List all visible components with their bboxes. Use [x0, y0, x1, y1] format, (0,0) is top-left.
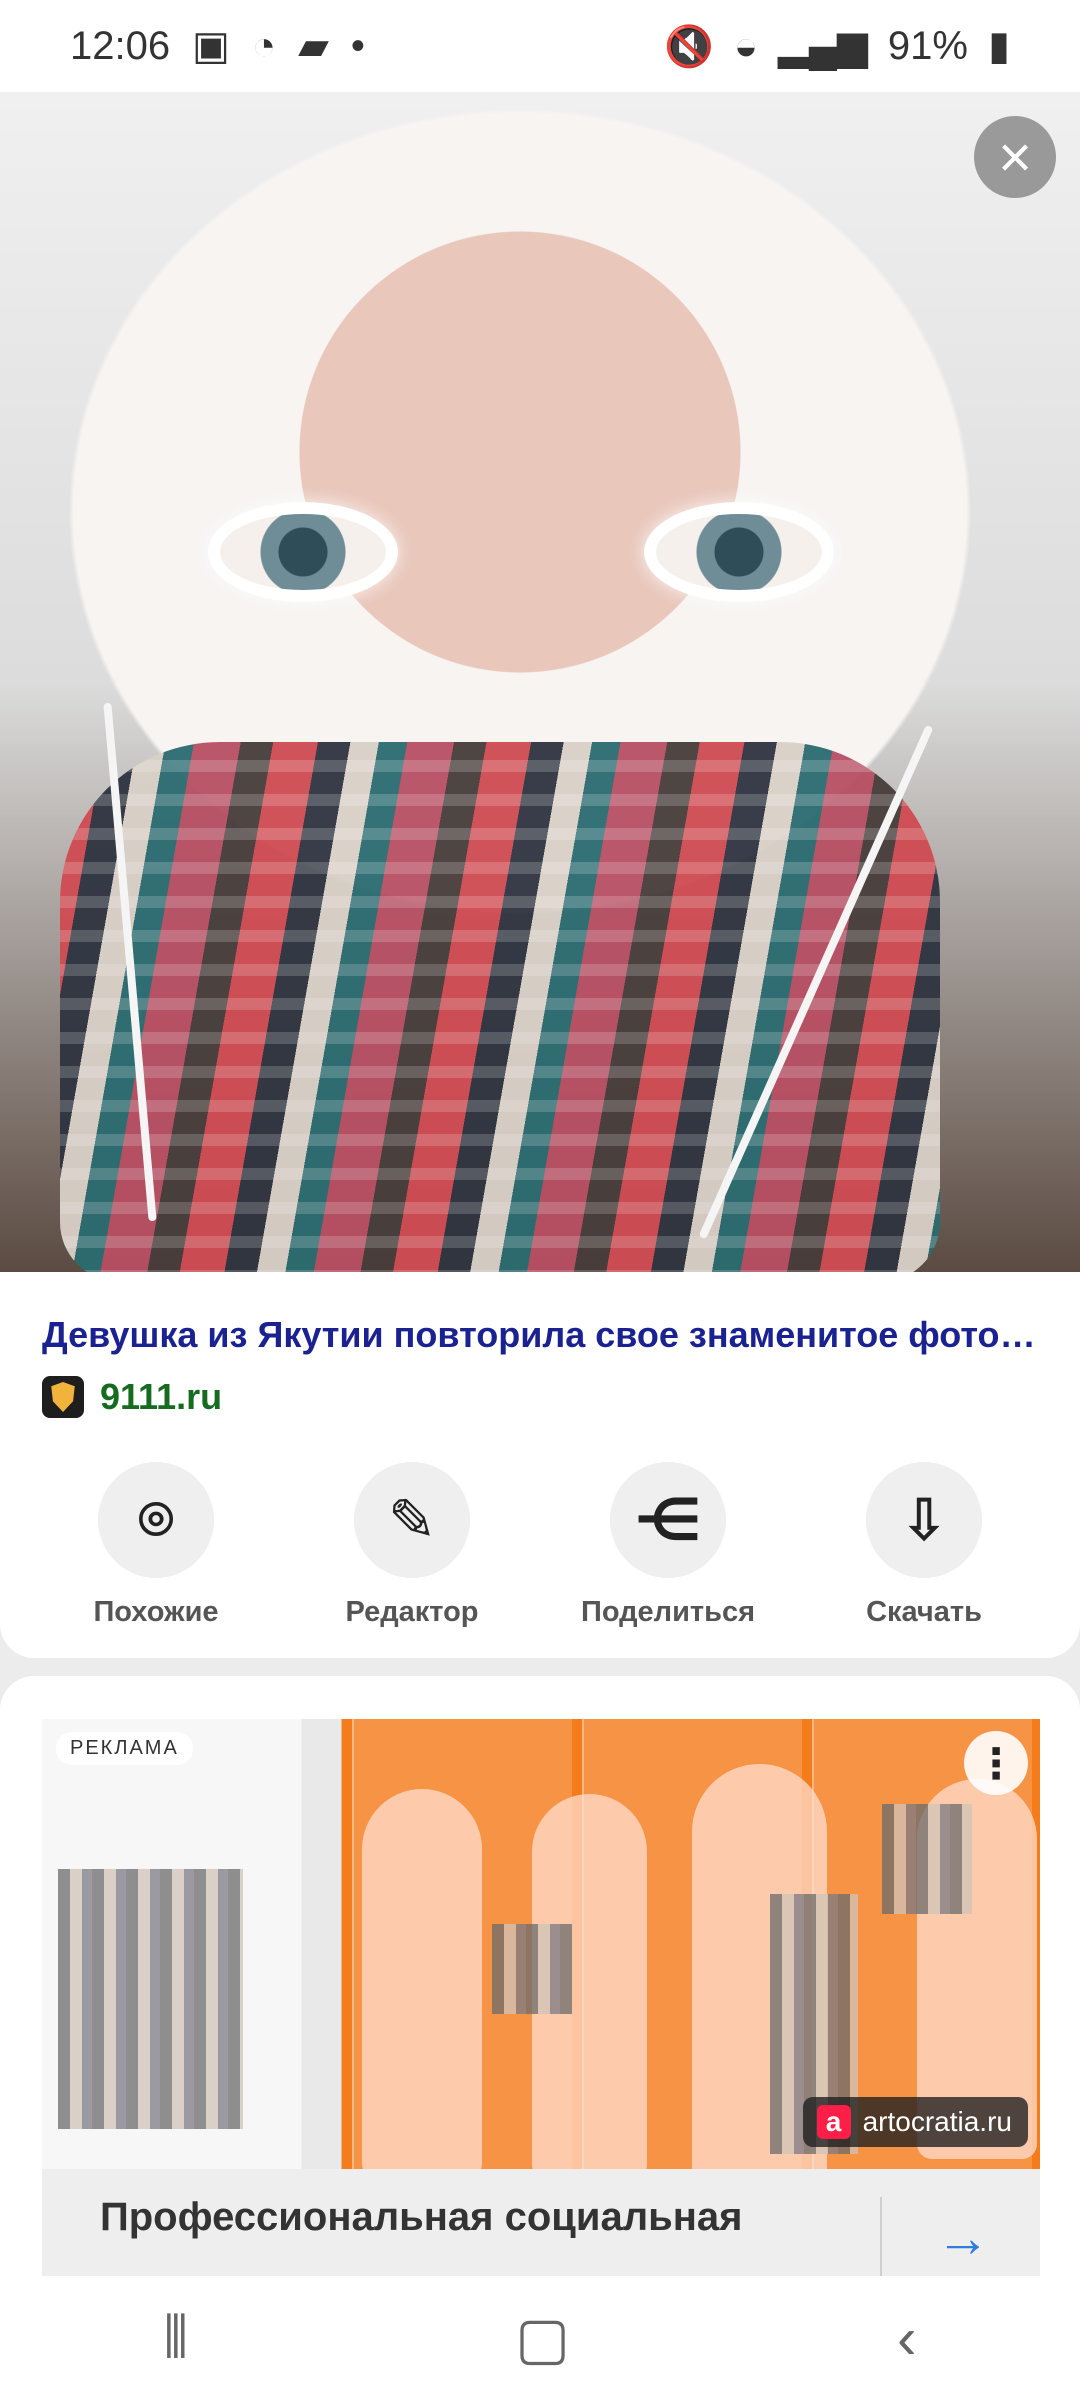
status-bar: 12:06 ▣ ◔ ▰ • 🔇 ◒ ▂▄▆ 91% ▮ [0, 0, 1080, 92]
preview-image[interactable]: × [0, 92, 1080, 1272]
arrow-right-icon[interactable]: → [936, 2207, 990, 2269]
ad-domain: artocratia.ru [862, 2106, 1012, 2137]
left-eye [208, 502, 398, 602]
ad-figure [362, 1789, 482, 2169]
message-icon: ▰ [298, 24, 329, 68]
advertisement-card[interactable]: РЕКЛАМА ⋮ a artocratia.ru Профессиональн… [0, 1676, 1080, 2276]
share-button[interactable]: ⋲ Поделиться [553, 1462, 783, 1629]
home-icon[interactable]: ▢ [515, 2304, 570, 2372]
ad-divider [880, 2197, 882, 2276]
mute-icon: 🔇 [664, 24, 714, 69]
download-icon: ⇩ [866, 1462, 982, 1578]
whatsapp-icon: ◔ [251, 23, 277, 68]
share-label: Поделиться [580, 1596, 756, 1628]
pencil-icon: ✎ [354, 1462, 470, 1578]
result-title[interactable]: Девушка из Якутии повторила свое знамени… [42, 1314, 1042, 1356]
ad-collage-left [58, 1869, 243, 2129]
ad-collage [492, 1924, 572, 2014]
dot-icon: • [350, 23, 365, 68]
download-label: Скачать [866, 1596, 982, 1628]
image-actions: ⌾ Похожие ✎ Редактор ⋲ Поделиться ⇩ Скач… [0, 1462, 1080, 1629]
download-button[interactable]: ⇩ Скачать [809, 1462, 1039, 1629]
signal-icon: ▂▄▆ [778, 24, 868, 68]
source-domain: 9111.ru [100, 1376, 223, 1417]
close-icon: × [998, 124, 1032, 190]
share-icon: ⋲ [610, 1462, 726, 1578]
ad-collage [882, 1804, 972, 1914]
ad-headline: Профессиональная социальная [100, 2195, 743, 2239]
source-link[interactable]: 9111.ru [42, 1376, 222, 1418]
ad-caption[interactable]: Профессиональная социальная → [42, 2169, 1040, 2276]
recents-icon[interactable]: ⫴ [164, 2304, 188, 2372]
editor-button[interactable]: ✎ Редактор [297, 1462, 527, 1629]
ad-domain-link[interactable]: a artocratia.ru [802, 2097, 1028, 2147]
ad-menu-button[interactable]: ⋮ [964, 1731, 1028, 1795]
lens-icon: ⌾ [98, 1462, 214, 1578]
time: 12:06 [70, 23, 171, 68]
back-icon[interactable]: ‹ [897, 2305, 916, 2372]
editor-label: Редактор [345, 1596, 479, 1628]
image-icon: ▣ [192, 24, 230, 68]
wifi-icon: ◒ [733, 23, 759, 68]
status-left: 12:06 ▣ ◔ ▰ • [70, 23, 365, 69]
status-right: 🔇 ◒ ▂▄▆ 91% ▮ [664, 23, 1010, 70]
ad-image[interactable]: РЕКЛАМА ⋮ a artocratia.ru [42, 1719, 1040, 2169]
android-navigation-bar: ⫴ ▢ ‹ [0, 2276, 1080, 2400]
ad-label: РЕКЛАМА [56, 1732, 193, 1765]
battery-icon: ▮ [987, 24, 1010, 68]
shield-icon [42, 1376, 84, 1418]
image-info-card: Девушка из Якутии повторила свое знамени… [0, 1272, 1080, 1658]
battery-percent: 91% [887, 23, 968, 68]
right-eye [644, 502, 834, 602]
artocratia-logo-icon: a [816, 2105, 851, 2139]
similar-button[interactable]: ⌾ Похожие [41, 1462, 271, 1629]
similar-label: Похожие [93, 1596, 219, 1628]
close-button[interactable]: × [974, 116, 1056, 198]
